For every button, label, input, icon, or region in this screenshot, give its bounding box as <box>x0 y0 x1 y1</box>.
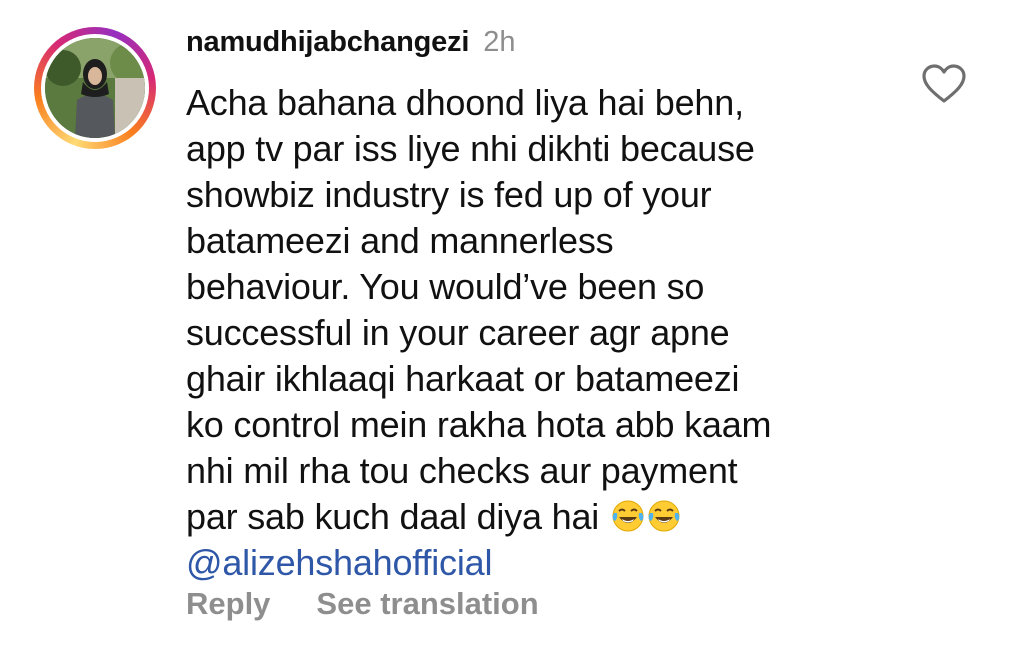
avatar[interactable] <box>45 38 145 138</box>
comment-line-text: par sab kuch daal diya hai <box>186 496 600 537</box>
comment-line: ko control mein rakha hota abb kaam <box>186 404 772 445</box>
see-translation-button[interactable]: See translation <box>316 586 538 622</box>
comment-line: successful in your career agr apne <box>186 312 730 353</box>
comment-line: app tv par iss liye nhi dikhti because <box>186 128 755 169</box>
comment-line: batameezi and mannerless <box>186 220 614 261</box>
avatar-story-ring[interactable] <box>34 27 156 149</box>
face-with-tears-of-joy-icon <box>648 500 680 532</box>
username-link[interactable]: namudhijabchangezi <box>186 26 469 59</box>
comment-line: Acha bahana dhoond liya hai behn, <box>186 82 744 123</box>
comment-line-last: par sab kuch daal diya hai <box>186 494 886 540</box>
comment-header: namudhijabchangezi 2h <box>186 26 515 66</box>
comment-text: Acha bahana dhoond liya hai behn, app tv… <box>186 80 886 586</box>
heart-icon[interactable] <box>921 64 967 104</box>
comment-line: ghair ikhlaaqi harkaat or batameezi <box>186 358 740 399</box>
timestamp: 2h <box>483 26 516 58</box>
comment-line: showbiz industry is fed up of your <box>186 174 712 215</box>
avatar-photo <box>45 38 145 138</box>
comment-line: behaviour. You would’ve been so <box>186 266 705 307</box>
reply-button[interactable]: Reply <box>186 586 270 622</box>
comment-actions: Reply See translation <box>186 586 539 622</box>
comment-line: nhi mil rha tou checks aur payment <box>186 450 738 491</box>
avatar-ring-gap <box>41 34 149 142</box>
face-with-tears-of-joy-icon <box>612 500 644 532</box>
mention-link[interactable]: @alizehshahofficial <box>186 540 886 586</box>
